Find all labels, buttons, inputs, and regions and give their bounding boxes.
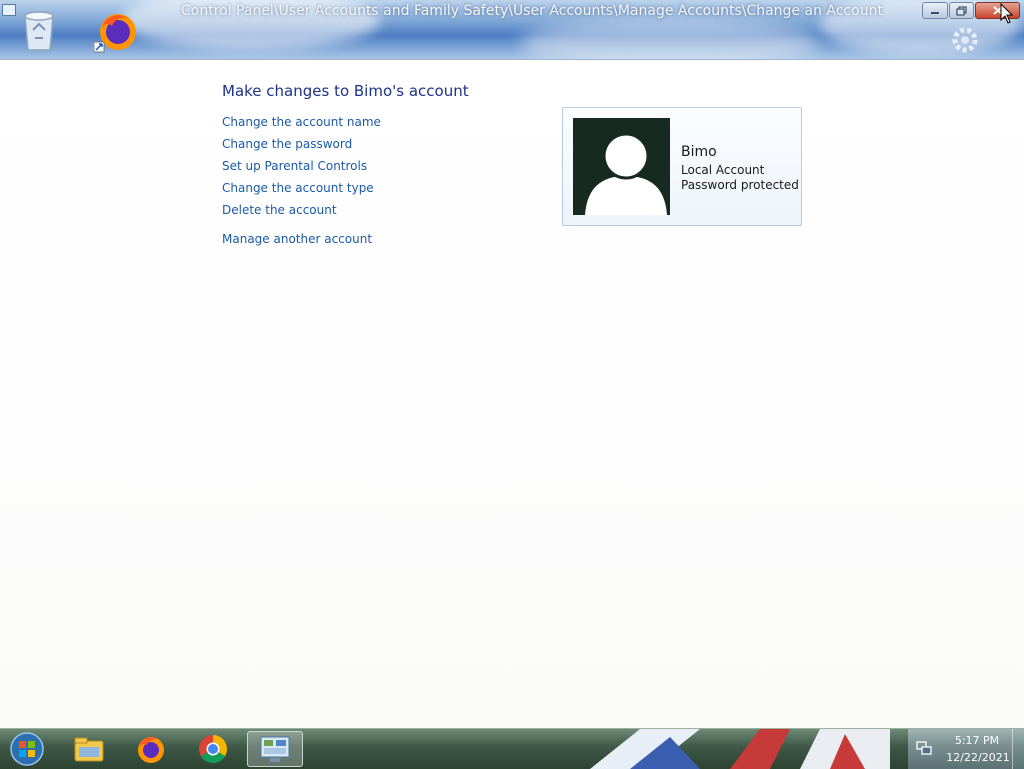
minimize-button[interactable] bbox=[922, 2, 948, 19]
taskbar-firefox-button[interactable] bbox=[128, 731, 174, 767]
page-title: Make changes to Bimo's account bbox=[222, 82, 469, 100]
notification-area: 5:17 PM 12/22/2021 bbox=[908, 729, 1024, 769]
mouse-cursor-icon bbox=[1000, 3, 1014, 24]
account-type: Local Account bbox=[681, 163, 765, 177]
content-pane: Make changes to Bimo's account Change th… bbox=[0, 59, 1024, 729]
network-icon[interactable] bbox=[916, 740, 932, 756]
firefox-icon bbox=[138, 737, 164, 763]
window-title: Control Panel\User Accounts and Family S… bbox=[181, 3, 883, 19]
gear-icon bbox=[952, 27, 978, 53]
parental-controls-link[interactable]: Set up Parental Controls bbox=[222, 159, 367, 173]
sky-cloud bbox=[520, 18, 820, 59]
taskbar-chrome-button[interactable] bbox=[190, 731, 236, 767]
account-password-status: Password protected bbox=[681, 178, 799, 192]
start-button[interactable] bbox=[3, 731, 51, 767]
minimize-icon bbox=[931, 11, 939, 14]
wallpaper-art bbox=[590, 729, 890, 769]
windows-explorer-icon bbox=[74, 737, 104, 762]
show-desktop-button[interactable] bbox=[1012, 729, 1024, 769]
recycle-bin-icon[interactable] bbox=[20, 8, 58, 52]
change-account-type-link[interactable]: Change the account type bbox=[222, 181, 374, 195]
window-system-icon[interactable] bbox=[2, 4, 16, 16]
taskbar: 5:17 PM 12/22/2021 bbox=[0, 728, 1024, 769]
start-orb-icon bbox=[10, 732, 44, 766]
firefox-icon[interactable] bbox=[94, 8, 140, 54]
taskbar-control-panel-button[interactable] bbox=[247, 731, 303, 767]
restore-button[interactable] bbox=[949, 2, 974, 19]
clock-time[interactable]: 5:17 PM bbox=[944, 734, 1010, 747]
account-name: Bimo bbox=[681, 144, 717, 160]
control-panel-icon bbox=[260, 736, 290, 762]
chrome-icon bbox=[199, 735, 227, 763]
clock-date[interactable]: 12/22/2021 bbox=[942, 751, 1014, 764]
account-card: Bimo Local Account Password protected bbox=[562, 107, 802, 226]
restore-icon bbox=[956, 5, 967, 16]
manage-another-account-link[interactable]: Manage another account bbox=[222, 232, 372, 246]
change-password-link[interactable]: Change the password bbox=[222, 137, 352, 151]
user-silhouette-icon bbox=[585, 132, 667, 215]
window-title-bar[interactable]: Control Panel\User Accounts and Family S… bbox=[0, 0, 1024, 59]
delete-account-link[interactable]: Delete the account bbox=[222, 203, 337, 217]
taskbar-explorer-button[interactable] bbox=[66, 731, 112, 767]
change-account-name-link[interactable]: Change the account name bbox=[222, 115, 381, 129]
avatar bbox=[573, 118, 670, 215]
